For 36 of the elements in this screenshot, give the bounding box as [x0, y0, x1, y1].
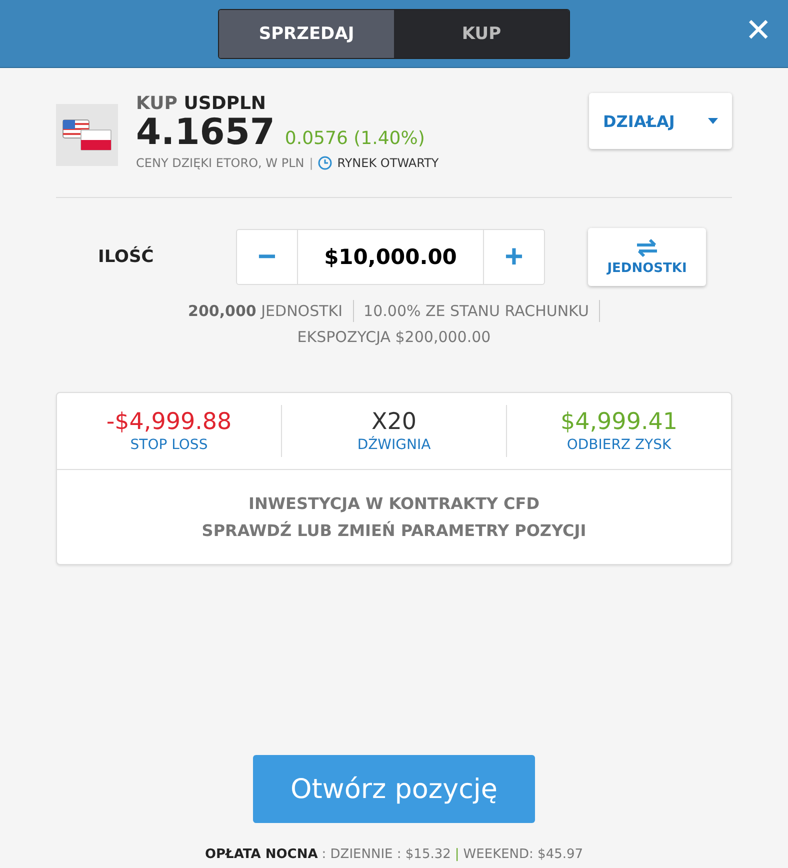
- action-label: KUP: [136, 93, 178, 114]
- amount-field[interactable]: $10,000.00: [298, 228, 483, 285]
- notice-text: INWESTYCJA W KONTRAKTY CFD: [248, 494, 540, 513]
- parameter-value: -$4,999.88: [106, 408, 232, 435]
- parameter-value: X20: [371, 408, 417, 435]
- flag-icon: [56, 104, 118, 166]
- action-dropdown[interactable]: DZIAŁAJ: [589, 93, 732, 149]
- units-toggle-button[interactable]: JEDNOSTKI: [588, 228, 706, 286]
- parameter-link[interactable]: STOP LOSS: [130, 436, 208, 453]
- price-source: CENY DZIĘKI ETORO, W PLN: [136, 156, 304, 170]
- trade-tab[interactable]: SPRZEDAJ: [219, 10, 394, 58]
- account-share: 10.00% ZE STANU RACHUNKU: [364, 302, 589, 320]
- swap-icon: [635, 238, 659, 258]
- parameter-link[interactable]: ODBIERZ ZYSK: [566, 436, 672, 453]
- market-status: RYNEK OTWARTY: [337, 156, 439, 170]
- increase-button[interactable]: +: [483, 228, 545, 285]
- fee-label: OPŁATA NOCNA: [204, 847, 318, 862]
- open-position-button[interactable]: Otwórz pozycję: [253, 755, 535, 823]
- weekend-fee: WEEKEND: $45.97: [463, 847, 584, 862]
- exposure-text: EKSPOZYCJA $200,000.00: [297, 328, 491, 346]
- separator: |: [309, 156, 314, 170]
- price: 4.1657: [136, 114, 275, 152]
- trade-tab[interactable]: KUP: [394, 10, 569, 58]
- notice-text: SPRAWDŹ LUB ZMIEŃ PARAMETRY POZYCJI: [202, 520, 586, 540]
- amount-label: ILOŚĆ: [97, 246, 155, 267]
- parameter-link[interactable]: DŹWIGNIA: [357, 436, 431, 453]
- parameter-value: $4,999.41: [560, 408, 678, 435]
- clock-icon: [318, 156, 332, 170]
- price-change: 0.0576 (1.40%): [284, 128, 425, 149]
- daily-fee: : DZIENNIE : $15.32: [322, 847, 451, 862]
- units-text: 200,000 JEDNOSTKI: [188, 302, 343, 320]
- decrease-button[interactable]: −: [236, 228, 298, 285]
- caret-icon: [708, 118, 718, 124]
- separator: |: [454, 847, 460, 862]
- close-button[interactable]: ✕: [741, 12, 776, 48]
- instrument-symbol: USDPLN: [184, 93, 266, 114]
